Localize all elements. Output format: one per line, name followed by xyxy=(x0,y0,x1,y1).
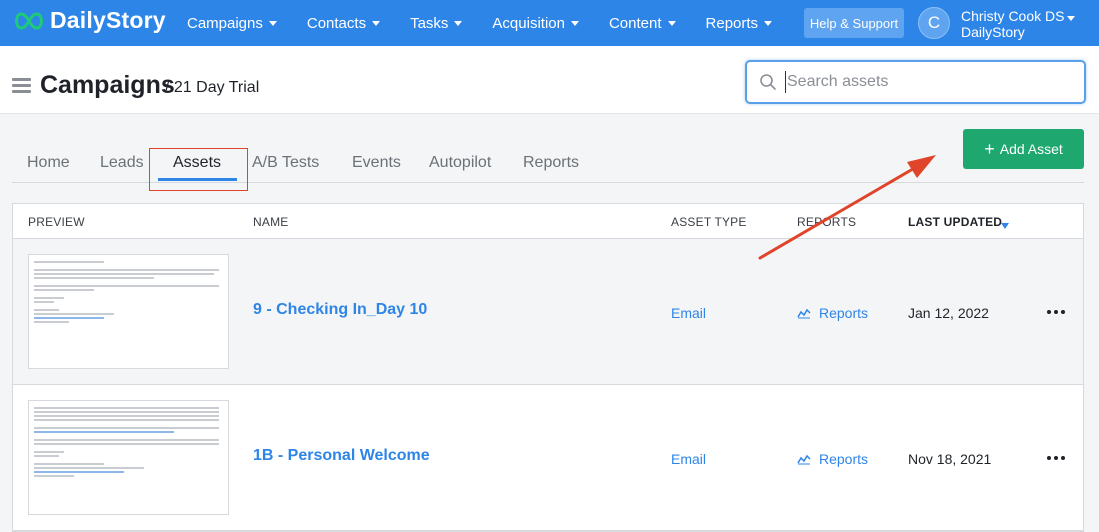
nav-campaigns[interactable]: Campaigns xyxy=(187,15,277,32)
assets-table: PREVIEW NAME ASSET TYPE REPORTS LAST UPD… xyxy=(12,203,1084,532)
help-support-button[interactable]: Help & Support xyxy=(804,8,904,38)
add-asset-label: Add Asset xyxy=(999,141,1063,157)
nav-reports[interactable]: Reports xyxy=(706,15,773,32)
nav-label: Contacts xyxy=(306,14,367,32)
search-icon xyxy=(760,74,776,90)
more-icon[interactable] xyxy=(1047,453,1067,463)
nav-label: Acquisition xyxy=(492,14,565,32)
column-header-reports: REPORTS xyxy=(797,215,857,229)
logo[interactable]: DailyStory xyxy=(12,7,166,34)
more-icon[interactable] xyxy=(1047,307,1067,317)
top-navbar: DailyStory Campaigns Contacts Tasks Acqu… xyxy=(0,0,1099,46)
user-menu[interactable]: Christy Cook DS DailyStory xyxy=(961,8,1064,40)
hamburger-icon[interactable] xyxy=(12,78,31,96)
caret-down-icon xyxy=(454,20,463,26)
tab-reports[interactable]: Reports xyxy=(523,154,579,172)
nav-label: Tasks xyxy=(410,14,449,32)
column-header-preview: PREVIEW xyxy=(28,215,85,229)
nav-tasks[interactable]: Tasks xyxy=(410,14,463,32)
tab-events[interactable]: Events xyxy=(352,154,401,172)
logo-icon xyxy=(15,11,43,30)
page-subtitle: / 21 Day Trial xyxy=(165,79,260,96)
main-nav: Campaigns Contacts Tasks Acquisition Con… xyxy=(187,0,802,46)
reports-label: Reports xyxy=(819,305,869,321)
nav-label: Content xyxy=(608,14,662,32)
nav-content[interactable]: Content xyxy=(609,15,676,32)
search-input[interactable] xyxy=(785,71,1075,93)
brand-name: DailyStory xyxy=(50,7,166,33)
last-updated: Nov 18, 2021 xyxy=(908,451,992,467)
caret-down-icon xyxy=(764,20,773,26)
nav-contacts[interactable]: Contacts xyxy=(306,14,381,32)
column-header-last-updated[interactable]: LAST UPDATED xyxy=(908,215,1002,229)
table-header: PREVIEW NAME ASSET TYPE REPORTS LAST UPD… xyxy=(13,204,1083,239)
sort-desc-icon[interactable] xyxy=(1001,223,1009,229)
tab-leads[interactable]: Leads xyxy=(100,154,144,172)
asset-type[interactable]: Email xyxy=(671,451,706,467)
plus-icon: + xyxy=(984,139,995,159)
caret-down-icon xyxy=(570,20,579,26)
table-row[interactable]: 1B - Personal Welcome Email Reports Nov … xyxy=(13,385,1083,531)
chart-icon xyxy=(797,454,811,465)
user-name: Christy Cook DS xyxy=(961,8,1065,24)
caret-down-icon[interactable] xyxy=(1067,16,1075,21)
last-updated: Jan 12, 2022 xyxy=(908,305,989,321)
asset-name-link[interactable]: 1B - Personal Welcome xyxy=(253,447,430,465)
asset-type[interactable]: Email xyxy=(671,305,706,321)
column-header-name[interactable]: NAME xyxy=(253,215,288,229)
tab-home[interactable]: Home xyxy=(27,154,70,172)
page-title: Campaigns xyxy=(40,71,175,99)
asset-name-link[interactable]: 9 - Checking In_Day 10 xyxy=(253,301,427,319)
tab-ab-tests[interactable]: A/B Tests xyxy=(252,154,319,172)
reports-label: Reports xyxy=(819,451,869,467)
caret-down-icon xyxy=(667,20,676,26)
user-org: DailyStory xyxy=(961,24,1025,40)
email-preview-thumbnail[interactable] xyxy=(28,400,229,515)
chart-icon xyxy=(797,308,811,319)
table-row[interactable]: 9 - Checking In_Day 10 Email Reports Jan… xyxy=(13,239,1083,385)
add-asset-button[interactable]: + Add Asset xyxy=(963,129,1084,169)
column-header-asset-type[interactable]: ASSET TYPE xyxy=(671,215,747,229)
search-box xyxy=(745,60,1086,104)
annotation-box xyxy=(149,148,248,191)
reports-link[interactable]: Reports xyxy=(797,451,868,467)
caret-down-icon xyxy=(372,20,381,26)
nav-label: Campaigns xyxy=(187,14,263,32)
nav-acquisition[interactable]: Acquisition xyxy=(492,15,579,32)
nav-label: Reports xyxy=(705,14,759,32)
reports-link[interactable]: Reports xyxy=(797,305,868,321)
email-preview-thumbnail[interactable] xyxy=(28,254,229,369)
tab-autopilot[interactable]: Autopilot xyxy=(429,154,491,172)
page-header: Campaigns / 21 Day Trial xyxy=(0,46,1099,114)
avatar[interactable]: C xyxy=(918,7,950,39)
caret-down-icon xyxy=(268,20,277,26)
